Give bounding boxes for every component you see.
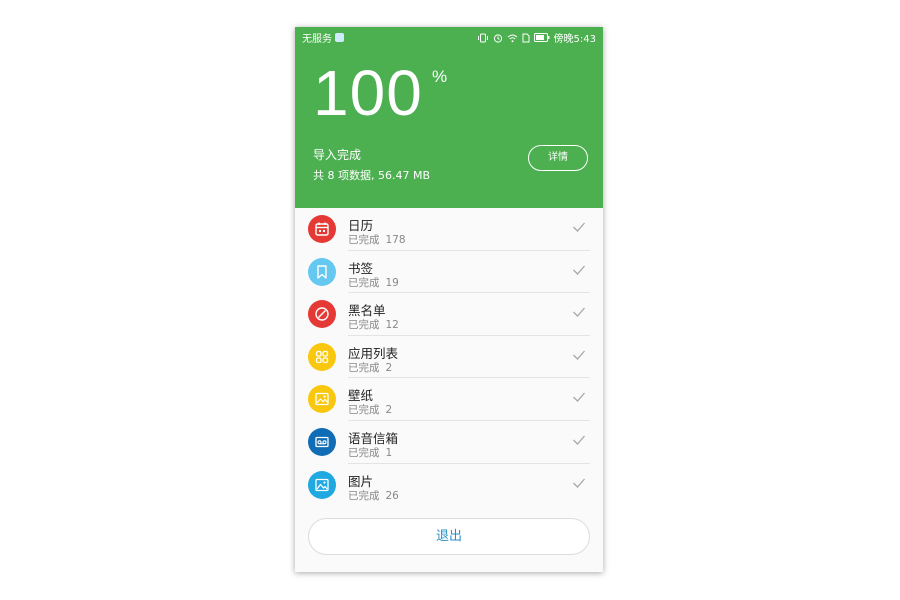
import-status-title: 导入完成 <box>313 148 362 162</box>
status-bar: 无服务 傍晚5:43 <box>295 27 603 45</box>
check-icon <box>573 350 585 360</box>
item-status-label: 已完成 <box>348 361 380 374</box>
clock-label: 傍晚5:43 <box>553 34 596 45</box>
item-status-label: 已完成 <box>348 404 380 417</box>
item-count: 1 <box>385 446 393 459</box>
list-item-bookmarks: 书签 已完成 19 <box>295 251 603 294</box>
percent-sign: % <box>432 67 448 86</box>
bookmark-icon <box>308 257 336 286</box>
sim-icon <box>522 33 530 42</box>
details-button[interactable]: 详情 <box>528 145 588 171</box>
check-icon <box>573 307 585 318</box>
alarm-icon <box>493 33 502 43</box>
item-status-label: 已完成 <box>348 234 380 246</box>
item-count: 2 <box>385 361 393 374</box>
phone-screen: 无服务 傍晚5:43 100 % 导入完成 共 8 项数据, 56.47 MB … <box>295 27 603 572</box>
item-status: 已完成 1 <box>348 445 392 460</box>
list-item-calendar: 日历 已完成 178 <box>295 208 603 251</box>
check-icon <box>573 435 585 445</box>
item-status: 已完成 2 <box>348 402 392 417</box>
list-item-wallpaper: 壁纸 已完成 2 <box>295 378 603 421</box>
calendar-icon <box>308 215 336 243</box>
list-item-blacklist: 黑名单 已完成 12 <box>295 293 603 336</box>
list-item-pictures: 图片 已完成 26 <box>295 464 603 507</box>
voicemail-icon <box>308 427 336 456</box>
item-count: 178 <box>385 234 406 246</box>
battery-icon <box>533 33 550 42</box>
status-right: 傍晚5:43 <box>477 30 596 45</box>
wallpaper-icon <box>308 385 336 414</box>
exit-button[interactable]: 退出 <box>308 518 590 555</box>
block-icon <box>308 300 336 329</box>
list-item-voicemail: 语音信箱 已完成 1 <box>295 421 603 464</box>
item-count: 12 <box>385 319 399 332</box>
item-status: 已完成 12 <box>348 317 399 332</box>
item-count: 26 <box>385 489 399 502</box>
image-icon <box>308 470 336 499</box>
vibrate-icon <box>477 33 488 42</box>
import-item-list: 日历 已完成 178 书签 已完成 19 黑名单 已完成 12 应用列表 已完成… <box>295 208 603 506</box>
import-summary: 共 8 项数据, 56.47 MB <box>313 169 431 182</box>
import-header: 无服务 傍晚5:43 100 % 导入完成 共 8 项数据, 56.47 MB … <box>295 27 603 208</box>
item-status-label: 已完成 <box>348 489 380 502</box>
item-status-label: 已完成 <box>348 276 380 289</box>
item-status-label: 已完成 <box>348 446 380 459</box>
item-status: 已完成 2 <box>348 360 392 375</box>
notification-icon <box>335 33 344 42</box>
progress-percent: 100 <box>313 57 423 129</box>
check-icon <box>573 265 585 275</box>
check-icon <box>573 392 585 403</box>
check-icon <box>573 478 585 488</box>
item-status: 已完成 26 <box>348 488 399 503</box>
item-status: 已完成 178 <box>348 232 406 247</box>
item-status-label: 已完成 <box>348 319 380 332</box>
wifi-icon <box>507 34 517 42</box>
check-icon <box>573 222 585 232</box>
carrier-label: 无服务 <box>302 34 332 45</box>
status-left: 无服务 <box>302 30 344 45</box>
apps-grid-icon <box>308 342 336 371</box>
item-count: 19 <box>385 276 399 289</box>
item-status: 已完成 19 <box>348 275 399 290</box>
list-item-app-list: 应用列表 已完成 2 <box>295 336 603 379</box>
item-count: 2 <box>385 404 393 417</box>
